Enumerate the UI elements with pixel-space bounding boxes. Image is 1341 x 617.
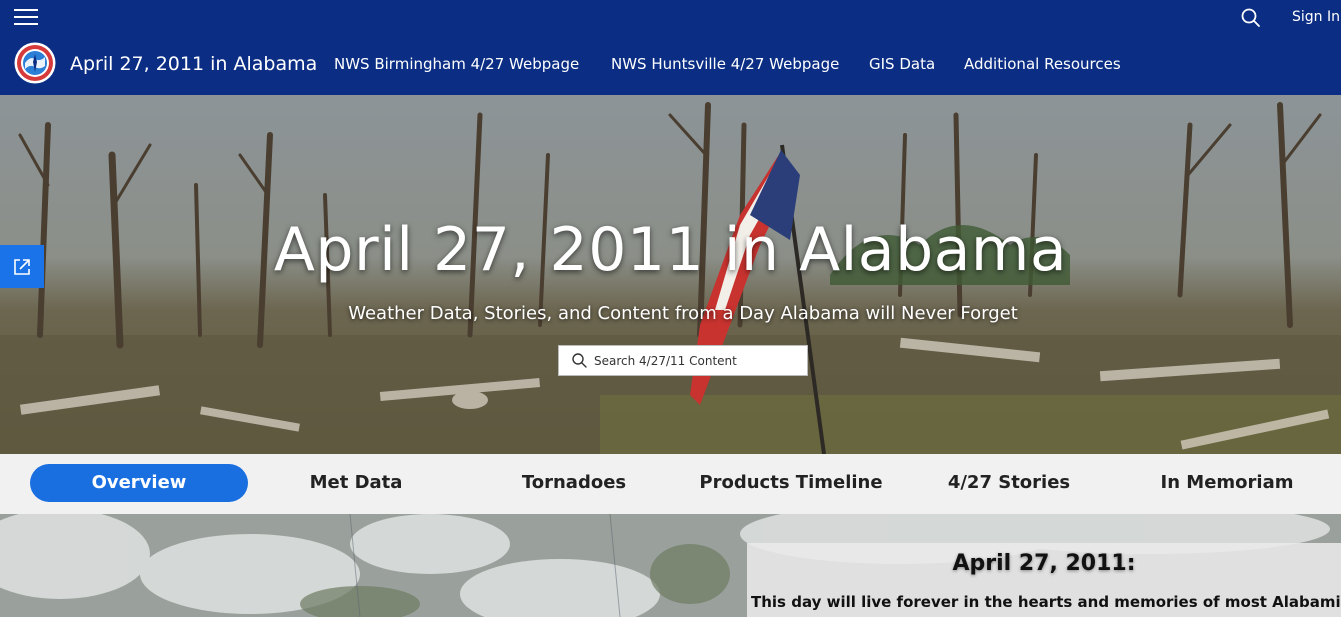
- nav-link-gis-data[interactable]: GIS Data: [869, 55, 935, 73]
- site-nav-bar: April 27, 2011 in Alabama NWS Birmingham…: [0, 34, 1341, 95]
- tab-tornadoes[interactable]: Tornadoes: [465, 464, 683, 502]
- tab-in-memoriam[interactable]: In Memoriam: [1118, 464, 1336, 502]
- top-utility-bar: Sign In: [0, 0, 1341, 34]
- tab-products-timeline[interactable]: Products Timeline: [682, 464, 900, 502]
- share-button[interactable]: [0, 245, 44, 288]
- hamburger-menu-icon[interactable]: [14, 6, 38, 28]
- site-title[interactable]: April 27, 2011 in Alabama: [70, 53, 317, 75]
- share-icon: [14, 259, 30, 275]
- nav-link-additional-resources[interactable]: Additional Resources: [964, 55, 1121, 73]
- search-input[interactable]: [594, 350, 799, 372]
- search-icon: [572, 353, 587, 368]
- info-card-text: This day will live forever in the hearts…: [751, 593, 1341, 611]
- info-card-title: April 27, 2011:: [952, 551, 1136, 576]
- nav-link-nws-huntsville[interactable]: NWS Huntsville 4/27 Webpage: [611, 55, 839, 73]
- nws-logo[interactable]: [14, 42, 56, 84]
- nav-link-nws-birmingham[interactable]: NWS Birmingham 4/27 Webpage: [334, 55, 579, 73]
- hero-banner: April 27, 2011 in Alabama Weather Data, …: [0, 95, 1341, 454]
- content-search-box[interactable]: [558, 345, 808, 376]
- hero-title: April 27, 2011 in Alabama: [273, 215, 1068, 285]
- overview-section: April 27, 2011: This day will live forev…: [0, 514, 1341, 617]
- tab-4-27-stories[interactable]: 4/27 Stories: [900, 464, 1118, 502]
- hero-subtitle: Weather Data, Stories, and Content from …: [348, 303, 1018, 324]
- info-card: April 27, 2011: This day will live forev…: [747, 543, 1341, 617]
- tab-met-data[interactable]: Met Data: [247, 464, 465, 502]
- sign-in-link[interactable]: Sign In: [1292, 9, 1340, 25]
- section-tabs: Overview Met Data Tornadoes Products Tim…: [0, 454, 1341, 514]
- search-icon[interactable]: [1240, 7, 1262, 29]
- tab-overview[interactable]: Overview: [30, 464, 248, 502]
